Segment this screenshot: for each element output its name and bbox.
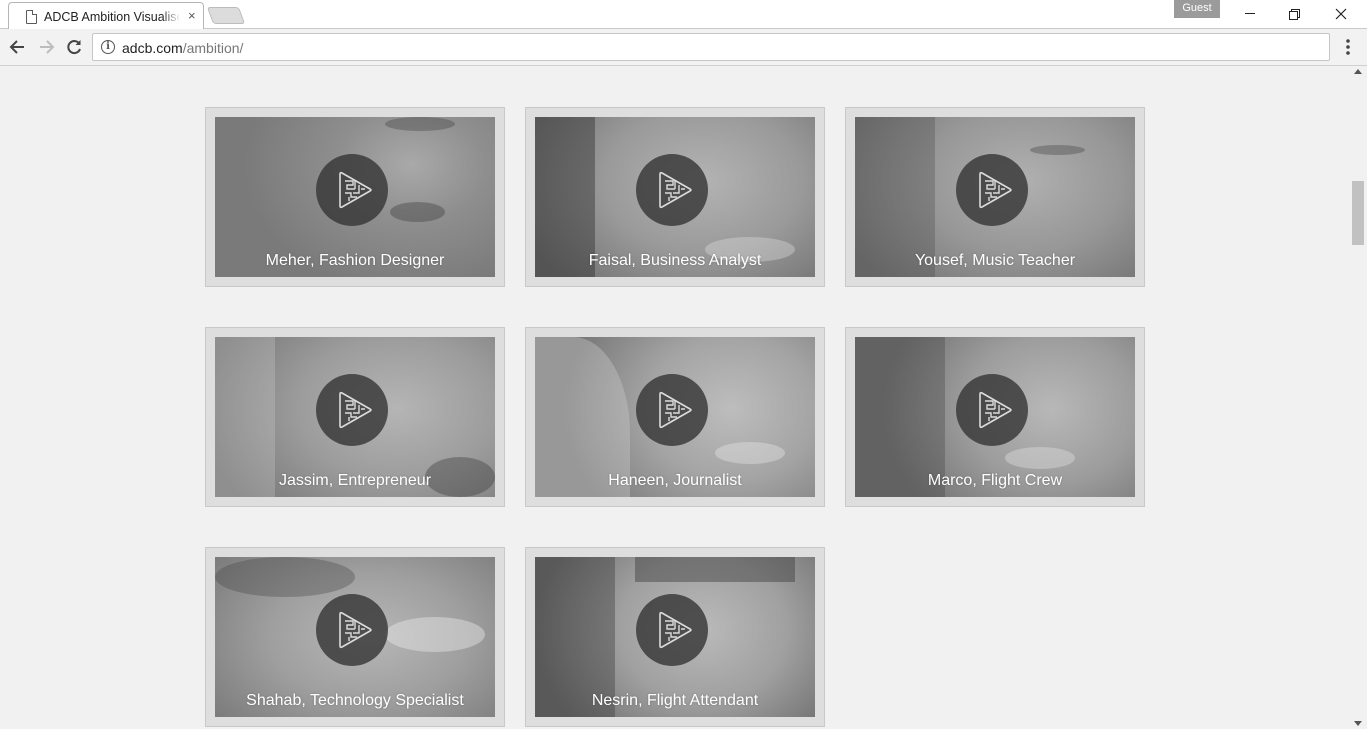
new-tab-button[interactable] bbox=[206, 7, 246, 24]
scroll-down-arrow-icon[interactable] bbox=[1354, 721, 1362, 726]
address-bar[interactable]: i adcb.com/ambition/ bbox=[92, 33, 1330, 61]
play-button[interactable] bbox=[316, 594, 388, 666]
maze-play-icon bbox=[979, 391, 1012, 429]
browser-menu-button[interactable] bbox=[1340, 36, 1356, 58]
play-button[interactable] bbox=[316, 374, 388, 446]
page-viewport: Meher, Fashion Designer Faisal, Business… bbox=[0, 67, 1350, 729]
forward-button[interactable] bbox=[35, 36, 57, 58]
reload-icon bbox=[67, 40, 81, 55]
minimize-button[interactable] bbox=[1227, 0, 1273, 28]
info-icon[interactable]: i bbox=[101, 40, 115, 54]
browser-toolbar: i adcb.com/ambition/ bbox=[0, 29, 1367, 66]
browser-tab[interactable]: ADCB Ambition Visualise × bbox=[8, 2, 204, 30]
maze-play-icon bbox=[339, 391, 372, 429]
video-thumbnail[interactable]: Marco, Flight Crew bbox=[855, 337, 1135, 497]
play-button[interactable] bbox=[956, 154, 1028, 226]
maze-play-icon bbox=[659, 391, 692, 429]
url-text: adcb.com/ambition/ bbox=[122, 40, 243, 56]
tab-title: ADCB Ambition Visualise bbox=[44, 10, 180, 24]
arrow-left-icon bbox=[9, 40, 24, 54]
video-thumbnail[interactable]: Haneen, Journalist bbox=[535, 337, 815, 497]
maze-play-icon bbox=[979, 171, 1012, 209]
video-card-yousef[interactable]: Yousef, Music Teacher bbox=[845, 107, 1145, 287]
play-button[interactable] bbox=[956, 374, 1028, 446]
kebab-menu-icon bbox=[1346, 39, 1350, 55]
video-caption: Marco, Flight Crew bbox=[927, 472, 1063, 489]
maze-play-icon bbox=[339, 171, 372, 209]
video-thumbnail[interactable]: Meher, Fashion Designer bbox=[215, 117, 495, 277]
video-caption: Yousef, Music Teacher bbox=[914, 252, 1076, 269]
play-button[interactable] bbox=[636, 594, 708, 666]
scroll-up-arrow-icon[interactable] bbox=[1354, 69, 1362, 74]
maze-play-icon bbox=[659, 611, 692, 649]
url-path: /ambition/ bbox=[182, 40, 244, 56]
profile-badge[interactable]: Guest bbox=[1174, 0, 1220, 18]
video-card-marco[interactable]: Marco, Flight Crew bbox=[845, 327, 1145, 507]
scroll-thumb[interactable] bbox=[1352, 181, 1364, 245]
maze-play-icon bbox=[339, 611, 372, 649]
play-button[interactable] bbox=[316, 154, 388, 226]
video-thumbnail[interactable]: Faisal, Business Analyst bbox=[535, 117, 815, 277]
play-button[interactable] bbox=[636, 154, 708, 226]
restore-button[interactable] bbox=[1272, 0, 1318, 28]
video-thumbnail[interactable]: Yousef, Music Teacher bbox=[855, 117, 1135, 277]
back-button[interactable] bbox=[7, 36, 29, 58]
page-icon bbox=[26, 10, 37, 24]
vertical-scrollbar[interactable] bbox=[1350, 67, 1367, 729]
video-caption: Meher, Fashion Designer bbox=[265, 252, 445, 269]
video-card-nesrin[interactable]: Nesrin, Flight Attendant bbox=[525, 547, 825, 727]
video-card-jassim[interactable]: Jassim, Entrepreneur bbox=[205, 327, 505, 507]
minimize-icon bbox=[1245, 13, 1255, 14]
video-caption: Faisal, Business Analyst bbox=[588, 252, 762, 269]
video-card-faisal[interactable]: Faisal, Business Analyst bbox=[525, 107, 825, 287]
video-card-haneen[interactable]: Haneen, Journalist bbox=[525, 327, 825, 507]
reload-button[interactable] bbox=[63, 36, 85, 58]
video-caption: Jassim, Entrepreneur bbox=[278, 472, 432, 489]
video-card-meher[interactable]: Meher, Fashion Designer bbox=[205, 107, 505, 287]
video-caption: Nesrin, Flight Attendant bbox=[591, 692, 759, 709]
arrow-right-icon bbox=[40, 40, 55, 54]
tab-close-button[interactable]: × bbox=[188, 8, 196, 23]
tab-strip: ADCB Ambition Visualise × Guest bbox=[0, 0, 1367, 30]
video-thumbnail[interactable]: Nesrin, Flight Attendant bbox=[535, 557, 815, 717]
video-card-shahab[interactable]: Shahab, Technology Specialist bbox=[205, 547, 505, 727]
url-host: adcb.com bbox=[122, 40, 183, 56]
video-caption: Shahab, Technology Specialist bbox=[246, 692, 464, 709]
video-thumbnail[interactable]: Shahab, Technology Specialist bbox=[215, 557, 495, 717]
video-thumbnail[interactable]: Jassim, Entrepreneur bbox=[215, 337, 495, 497]
play-button[interactable] bbox=[636, 374, 708, 446]
close-icon bbox=[1335, 8, 1347, 20]
close-window-button[interactable] bbox=[1318, 0, 1364, 28]
maze-play-icon bbox=[659, 171, 692, 209]
video-caption: Haneen, Journalist bbox=[608, 472, 742, 489]
